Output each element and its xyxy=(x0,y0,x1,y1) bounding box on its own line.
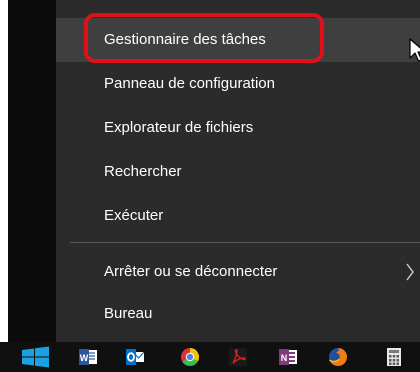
windows-start-icon[interactable] xyxy=(12,342,64,372)
menu-item-file-explorer[interactable]: Explorateur de fichiers xyxy=(56,106,420,150)
calculator-icon[interactable] xyxy=(384,347,404,367)
menu-item-desktop[interactable]: Bureau xyxy=(56,292,420,336)
svg-text:W: W xyxy=(80,353,89,363)
menu-item-label: Explorateur de fichiers xyxy=(104,119,254,136)
menu-item-shutdown-signout[interactable]: Arrêter ou se déconnecter xyxy=(56,250,420,294)
firefox-icon[interactable] xyxy=(328,347,348,367)
highlight-annotation-box xyxy=(84,13,324,63)
chrome-icon[interactable] xyxy=(180,347,200,367)
mouse-cursor-icon xyxy=(409,38,420,62)
menu-item-run[interactable]: Exécuter xyxy=(56,194,420,238)
desktop-background xyxy=(8,0,56,342)
menu-item-label: Bureau xyxy=(104,305,153,322)
menu-item-control-panel[interactable]: Panneau de configuration xyxy=(56,62,420,106)
outlook-icon[interactable] xyxy=(125,347,145,367)
power-user-menu: Gestionnaire des tâches Panneau de confi… xyxy=(56,0,420,342)
menu-item-label: Arrêter ou se déconnecter xyxy=(104,263,278,280)
desktop-edge xyxy=(0,0,8,372)
menu-divider xyxy=(70,242,420,243)
menu-item-search[interactable]: Rechercher xyxy=(56,150,420,194)
acrobat-icon[interactable] xyxy=(228,347,248,367)
menu-item-label: Panneau de configuration xyxy=(104,75,275,92)
word-icon[interactable]: W xyxy=(78,347,98,367)
chevron-right-icon xyxy=(406,263,414,281)
menu-item-label: Rechercher xyxy=(104,163,182,180)
menu-item-label: Exécuter xyxy=(104,207,164,224)
taskbar: W N xyxy=(0,342,420,372)
svg-text:N: N xyxy=(281,353,288,363)
onenote-icon[interactable]: N xyxy=(278,347,298,367)
